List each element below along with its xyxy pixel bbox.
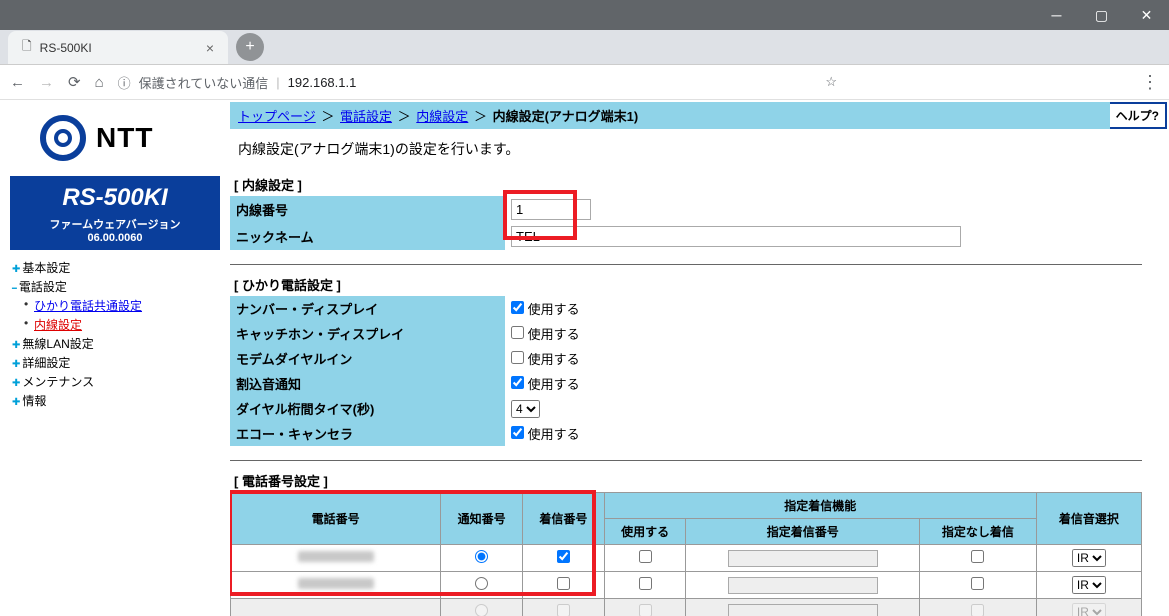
browser-menu-button[interactable]: ⋮	[1141, 72, 1159, 93]
phone-number-masked	[298, 578, 374, 589]
brand-name: NTT	[96, 122, 153, 154]
minimize-button[interactable]: ─	[1034, 0, 1079, 30]
nickname-input[interactable]	[511, 226, 961, 247]
breadcrumb-link[interactable]: トップページ	[238, 109, 316, 124]
designated-no-input	[728, 604, 878, 616]
nav-hikari-common[interactable]: ひかり電話共通設定	[12, 296, 230, 315]
ring-select[interactable]: IR	[1072, 549, 1106, 567]
url-text: 192.168.1.1	[288, 75, 357, 90]
designated-no-input[interactable]	[728, 550, 878, 567]
browser-toolbar: ← → ⟳ ⌂ ⓘ 保護されていない通信 | 192.168.1.1 ☆ ⋮	[0, 64, 1169, 100]
nav-basic[interactable]: 基本設定	[12, 258, 230, 277]
use-check[interactable]	[639, 577, 652, 590]
notify-radio[interactable]	[475, 577, 488, 590]
use-check	[639, 604, 652, 616]
help-button[interactable]: ヘルプ?	[1110, 102, 1167, 129]
nav-maintenance[interactable]: メンテナンス	[12, 372, 230, 391]
ring-select: IR	[1072, 603, 1106, 616]
row-label: ナンバー・ディスプレイ	[230, 296, 505, 321]
modem-dialin-check[interactable]	[511, 351, 524, 364]
incoming-check[interactable]	[557, 550, 570, 563]
firmware-label: ファームウェアバージョン	[14, 216, 216, 232]
maximize-button[interactable]: ▢	[1079, 0, 1124, 30]
table-row: IR	[231, 572, 1142, 599]
notify-radio[interactable]	[475, 550, 488, 563]
row-label: エコー・キャンセラ	[230, 421, 505, 446]
hikari-settings-table: ナンバー・ディスプレイ 使用する キャッチホン・ディスプレイ 使用する モデムダ…	[230, 296, 1142, 446]
new-tab-button[interactable]: +	[236, 33, 264, 61]
row-label: 内線番号	[230, 196, 505, 223]
breadcrumb-current: 内線設定(アナログ端末1)	[493, 109, 639, 124]
col-notify-no: 通知番号	[441, 493, 523, 545]
col-no-designated: 指定なし着信	[920, 519, 1037, 545]
breadcrumb-link[interactable]: 電話設定	[340, 109, 392, 124]
nav-tree: 基本設定 電話設定 ひかり電話共通設定 内線設定 無線LAN設定 詳細設定 メン…	[10, 258, 230, 410]
page-description: 内線設定(アナログ端末1)の設定を行います。	[230, 129, 1169, 173]
row-label: 割込音通知	[230, 371, 505, 396]
reload-button[interactable]: ⟳	[68, 73, 81, 91]
nav-wlan[interactable]: 無線LAN設定	[12, 334, 230, 353]
table-row: IR	[231, 599, 1142, 616]
col-ring: 着信音選択	[1036, 493, 1141, 545]
number-display-check[interactable]	[511, 301, 524, 314]
brand-logo: NTT	[10, 110, 230, 176]
no-designated-check[interactable]	[971, 577, 984, 590]
table-row: IR	[231, 545, 1142, 572]
ntt-logo-icon	[40, 115, 86, 161]
security-label: 保護されていない通信	[139, 73, 269, 92]
extension-settings-table: 内線番号 ニックネーム	[230, 196, 1142, 250]
bookmark-star-icon[interactable]: ☆	[825, 74, 837, 90]
row-label: ダイヤル桁間タイマ(秒)	[230, 396, 505, 421]
col-use: 使用する	[604, 519, 686, 545]
breadcrumb: トップページ ＞ 電話設定 ＞ 内線設定 ＞ 内線設定(アナログ端末1)	[230, 102, 1110, 129]
col-phone-no: 電話番号	[231, 493, 441, 545]
sidebar: NTT RS-500KI ファームウェアバージョン 06.00.0060 基本設…	[0, 100, 230, 616]
model-panel: RS-500KI ファームウェアバージョン 06.00.0060	[10, 176, 220, 250]
no-designated-check	[971, 604, 984, 616]
model-name: RS-500KI	[14, 184, 216, 212]
phone-number-table: 電話番号 通知番号 着信番号 指定着信機能 着信音選択 使用する 指定着信番号 …	[230, 492, 1142, 616]
nav-info[interactable]: 情報	[12, 391, 230, 410]
ring-select[interactable]: IR	[1072, 576, 1106, 594]
firmware-version: 06.00.0060	[14, 232, 216, 244]
nav-advanced[interactable]: 詳細設定	[12, 353, 230, 372]
row-label: ニックネーム	[230, 223, 505, 250]
section-title-hikari: [ ひかり電話設定 ]	[230, 273, 1169, 296]
col-designated: 指定着信機能	[604, 493, 1036, 519]
browser-tab[interactable]: 🗋 RS-500KI ×	[8, 31, 228, 64]
phone-number-masked	[298, 551, 374, 562]
section-title-extension: [ 内線設定 ]	[230, 173, 1169, 196]
main-content: トップページ ＞ 電話設定 ＞ 内線設定 ＞ 内線設定(アナログ端末1) ヘルプ…	[230, 100, 1169, 616]
catchphone-display-check[interactable]	[511, 326, 524, 339]
no-designated-check[interactable]	[971, 550, 984, 563]
nav-phone[interactable]: 電話設定	[12, 277, 230, 296]
incoming-check[interactable]	[557, 577, 570, 590]
tab-close-icon[interactable]: ×	[206, 40, 214, 56]
home-button[interactable]: ⌂	[95, 74, 104, 91]
close-button[interactable]: ✕	[1124, 0, 1169, 30]
row-label: モデムダイヤルイン	[230, 346, 505, 371]
incoming-check	[557, 604, 570, 616]
page-icon: 🗋	[22, 37, 32, 58]
col-incoming-no: 着信番号	[522, 493, 604, 545]
window-title-bar: ─ ▢ ✕	[0, 0, 1169, 30]
col-designated-no: 指定着信番号	[686, 519, 920, 545]
extension-number-input[interactable]	[511, 199, 591, 220]
browser-tab-bar: 🗋 RS-500KI × +	[0, 30, 1169, 64]
designated-no-input[interactable]	[728, 577, 878, 594]
forward-button[interactable]: →	[39, 74, 54, 91]
row-label: キャッチホン・ディスプレイ	[230, 321, 505, 346]
section-title-phone: [ 電話番号設定 ]	[230, 469, 1169, 492]
use-check[interactable]	[639, 550, 652, 563]
breadcrumb-link[interactable]: 内線設定	[416, 109, 468, 124]
dial-timer-select[interactable]: 4	[511, 400, 540, 418]
back-button[interactable]: ←	[10, 74, 25, 91]
interrupt-tone-check[interactable]	[511, 376, 524, 389]
echo-canceller-check[interactable]	[511, 426, 524, 439]
info-icon: ⓘ	[118, 73, 131, 92]
notify-radio	[475, 604, 488, 616]
tab-title: RS-500KI	[40, 41, 92, 55]
address-bar[interactable]: ⓘ 保護されていない通信 | 192.168.1.1 ☆	[118, 73, 1127, 92]
nav-extension[interactable]: 内線設定	[12, 315, 230, 334]
